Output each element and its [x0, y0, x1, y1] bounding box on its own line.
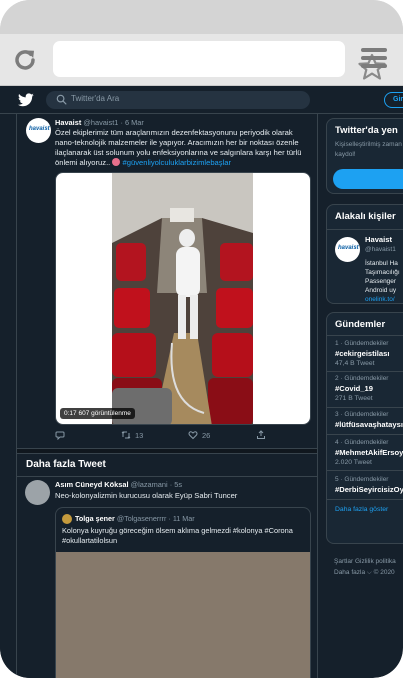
phone-top-bezel: [0, 0, 403, 34]
avatar-logo-text: havaist: [29, 126, 50, 132]
footer-links[interactable]: Şartlar Gizlilik politika: [334, 558, 396, 565]
signup-title: Twitter'da yen: [335, 125, 398, 136]
search-icon: [56, 94, 67, 105]
video-view-count: 607 görüntülenme: [78, 410, 131, 417]
signup-button[interactable]: [333, 169, 403, 189]
left-rail: [0, 114, 16, 678]
trend-context: 1 · Gündemdekiler: [335, 340, 389, 347]
retweet-count: 13: [135, 431, 144, 440]
trends-card: Gündemler 1 · Gündemdekiler #cekirgeisti…: [326, 312, 403, 544]
reload-icon[interactable]: [12, 47, 38, 73]
timeline: havaist Havaist @havaist1 · 6 Mar Özel e…: [16, 114, 318, 678]
main-tweet[interactable]: havaist Havaist @havaist1 · 6 Mar Özel e…: [17, 114, 317, 448]
tweet-hashtag[interactable]: #güvenliyolculuklarbizimlebaşlar: [123, 158, 231, 167]
tweet-video[interactable]: 0:17 607 görüntülenme: [55, 172, 311, 425]
like-count: 26: [202, 431, 211, 440]
show-more-trends-link[interactable]: Daha fazla göster: [335, 506, 388, 513]
reply-icon: [55, 431, 65, 441]
trend-count: 271 B Tweet: [335, 395, 373, 402]
person-bio-2: Taşımacılığı: [365, 269, 400, 276]
related-people-card: Alakalı kişiler havaist Havaist @havaist…: [326, 204, 403, 304]
trend-name[interactable]: #lütfüsavaşhataysı: [335, 420, 403, 429]
related-people-title: Alakalı kişiler: [335, 211, 396, 222]
signup-card: Twitter'da yen Kişiselleştirilmiş zaman …: [326, 118, 403, 194]
divider: [327, 407, 403, 408]
avatar[interactable]: havaist: [335, 237, 360, 262]
share-icon: [257, 430, 265, 439]
like-button[interactable]: 26: [188, 430, 210, 440]
tweet-author-name[interactable]: Havaist: [55, 118, 81, 127]
trend-count: 47,4 B Tweet: [335, 360, 375, 367]
divider: [327, 371, 403, 372]
trend-context: 4 · Gündemdekiler: [335, 439, 389, 446]
divider: [327, 499, 403, 500]
trend-context: 2 · Gündemdekiler: [335, 375, 389, 382]
right-sidebar: Twitter'da yen Kişiselleştirilmiş zaman …: [326, 114, 403, 678]
top-nav: Twitter'da Ara Gir: [0, 86, 403, 114]
trend-context: 5 · Gündemdekiler: [335, 476, 389, 483]
quoted-tweet-text: Kolonya kuyruğu göreceğim ölsem aklıma g…: [62, 526, 293, 545]
person-handle: @havaist1: [365, 246, 396, 253]
avatar[interactable]: havaist: [26, 118, 51, 143]
tweet-header: Havaist @havaist1 · 6 Mar: [55, 118, 144, 127]
divider: [327, 434, 403, 435]
tweet-author-meta: @lazamani · 5s: [130, 480, 183, 489]
signup-subtitle: Kişiselleştirilmiş zaman: [335, 141, 402, 148]
recommended-tweet[interactable]: Asım Cüneyd Köksal @lazamani · 5s Neo-ko…: [17, 477, 317, 678]
heart-icon: [188, 431, 198, 440]
video-badge: 0:17 607 görüntülenme: [60, 408, 135, 419]
trend-name[interactable]: #Covid_19: [335, 384, 373, 393]
video-duration: 0:17: [64, 410, 77, 417]
search-input[interactable]: Twitter'da Ara: [46, 91, 310, 109]
quoted-tweet-image[interactable]: [56, 552, 310, 678]
trend-name[interactable]: #cekirgeistilası: [335, 349, 389, 358]
trend-name[interactable]: #MehmetAkifErsoy: [335, 448, 403, 457]
search-placeholder: Twitter'da Ara: [71, 94, 120, 103]
microbe-emoji-icon: [112, 158, 121, 166]
twitter-page: Twitter'da Ara Gir havaist Havaist @hava…: [0, 86, 403, 678]
section-divider: [17, 448, 317, 454]
retweet-icon: [121, 431, 131, 439]
tweet-header: Asım Cüneyd Köksal @lazamani · 5s: [55, 480, 182, 489]
browser-menu-icon[interactable]: [361, 48, 387, 70]
person-bio-1: İstanbul Ha: [365, 260, 398, 267]
more-tweets-heading: Daha fazla Tweet: [26, 459, 106, 470]
signup-subtitle-2: kaydol!: [335, 151, 356, 158]
person-bio-4: Android uy: [365, 287, 397, 294]
trend-count: 2.020 Tweet: [335, 459, 372, 466]
trend-context: 3 · Gündemdekiler: [335, 411, 389, 418]
person-link[interactable]: onelink.to/: [365, 296, 395, 303]
divider: [327, 335, 403, 336]
quoted-author-name: Tolga şener: [75, 514, 115, 523]
avatar: [62, 514, 72, 524]
share-button[interactable]: [256, 430, 270, 440]
trend-name[interactable]: #DerbiSeyircisizOy: [335, 485, 403, 494]
address-bar[interactable]: [53, 41, 386, 80]
tweet-author-meta: @havaist1 · 6 Mar: [83, 118, 144, 127]
avatar-logo-text: havaist: [338, 245, 359, 251]
person-name[interactable]: Havaist: [365, 235, 392, 244]
tweet-actions: 13 26: [55, 430, 311, 442]
avatar[interactable]: [25, 480, 50, 505]
divider: [327, 470, 403, 471]
tweet-text: Neo-kolonyalizmin kurucusu olarak Eyüp S…: [55, 491, 238, 500]
tweet-text: Özel ekiplerimiz tüm araçlarımızın dezen…: [55, 128, 311, 168]
footer-more[interactable]: Daha fazla ⌵ © 2020: [334, 569, 395, 577]
quoted-tweet[interactable]: Tolga şener @Tolgasenerrrr · 11 Mar Kolo…: [55, 507, 311, 678]
trends-title: Gündemler: [335, 319, 386, 330]
tweet-author-name[interactable]: Asım Cüneyd Köksal: [55, 480, 129, 489]
reply-button[interactable]: [55, 430, 69, 441]
twitter-logo-icon[interactable]: [18, 93, 34, 107]
phone-frame: Twitter'da Ara Gir havaist Havaist @hava…: [0, 0, 403, 678]
person-bio-3: Passenger: [365, 278, 397, 285]
divider: [327, 229, 403, 230]
quoted-tweet-header: Tolga şener @Tolgasenerrrr · 11 Mar: [75, 514, 195, 523]
browser-toolbar: [0, 34, 403, 86]
quoted-author-meta: @Tolgasenerrrr · 11 Mar: [116, 514, 195, 523]
retweet-button[interactable]: 13: [121, 430, 143, 440]
video-frame: [112, 173, 253, 424]
login-button[interactable]: Gir: [384, 92, 403, 108]
